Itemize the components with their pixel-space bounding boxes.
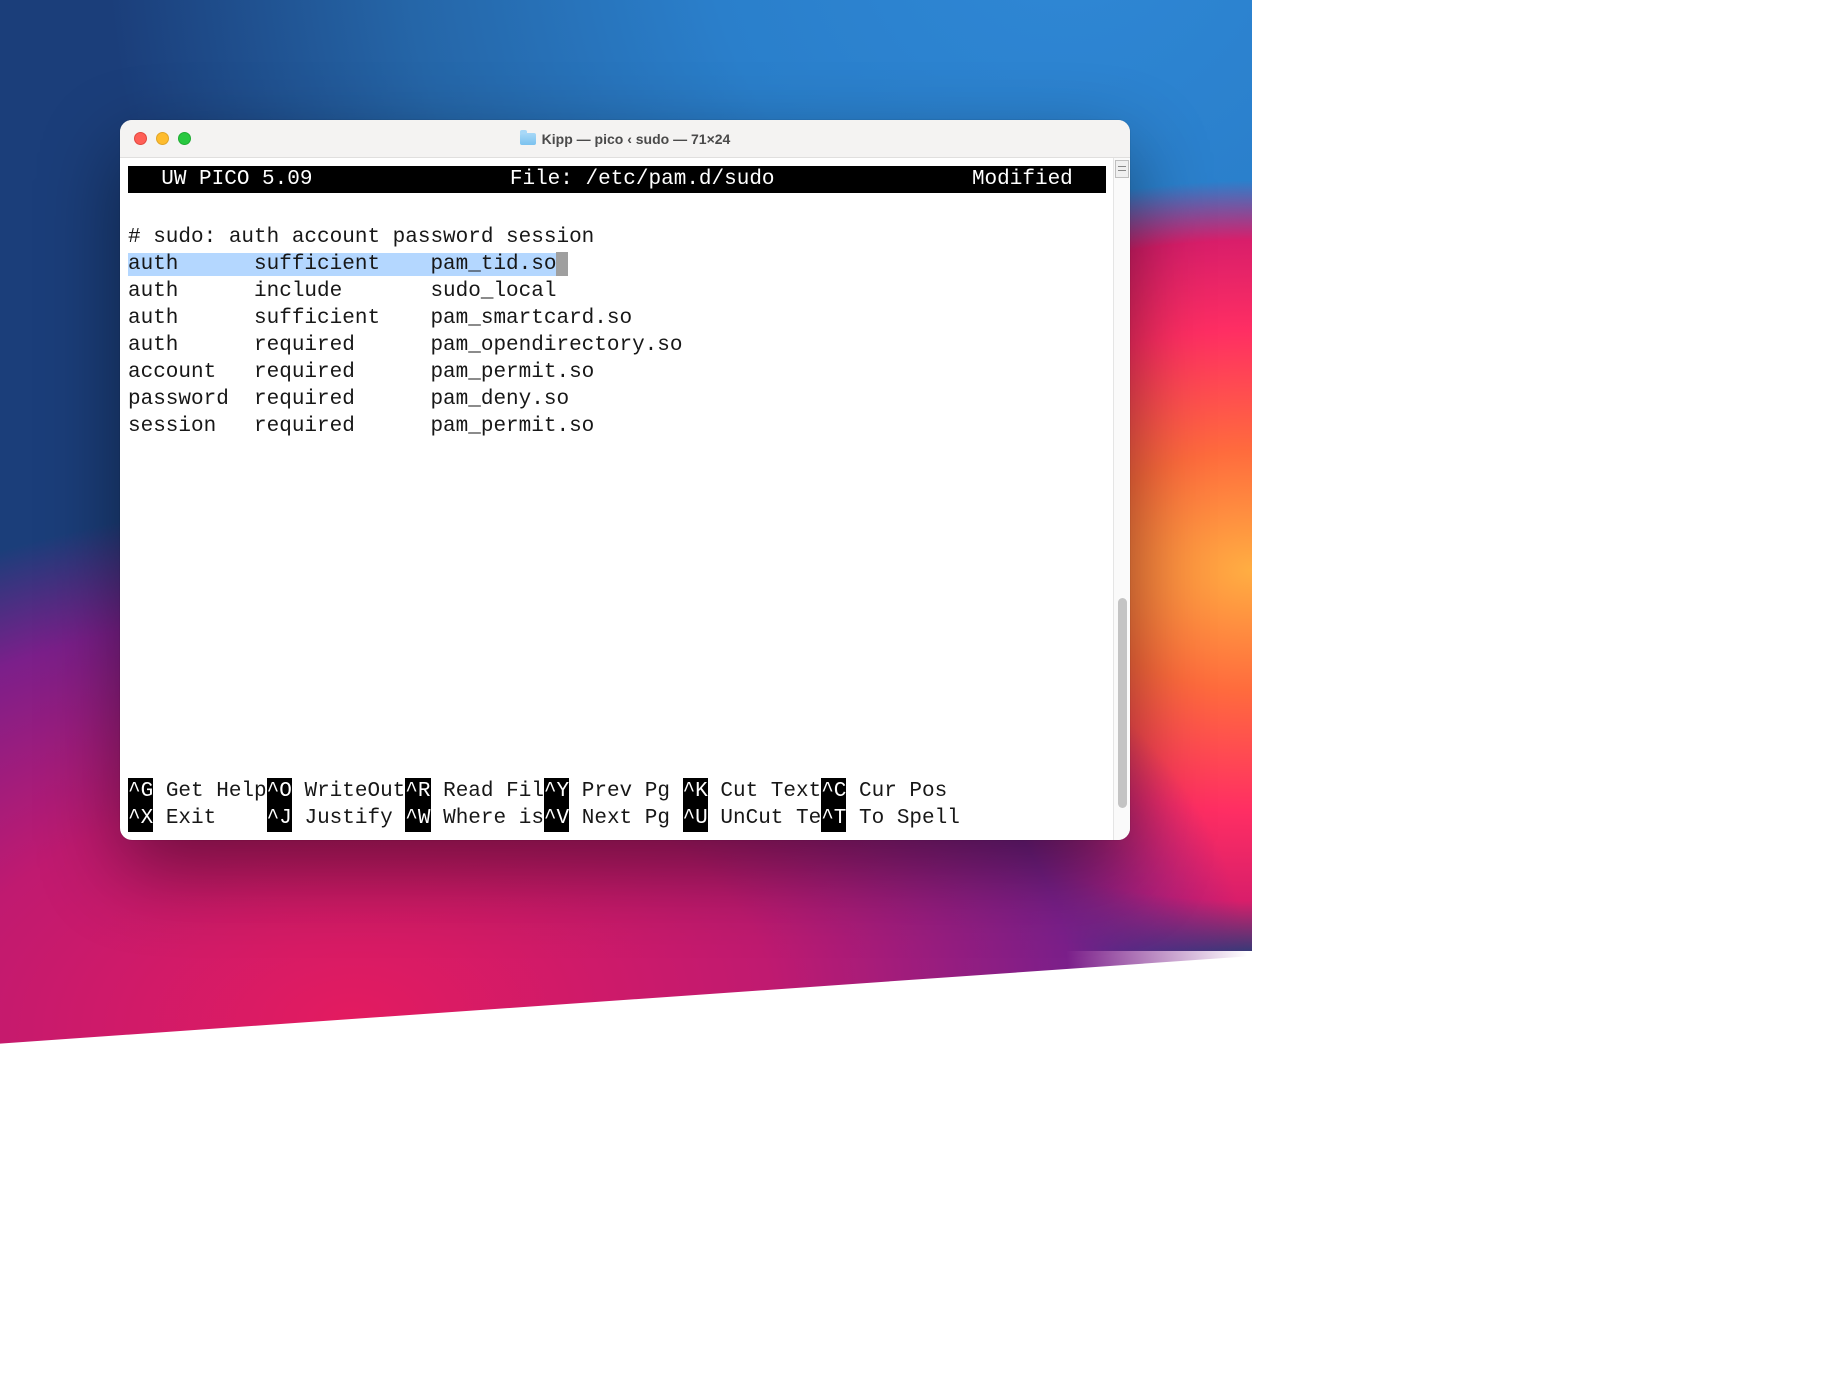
pico-app-label: UW PICO 5.09 (136, 166, 312, 193)
help-key: ^T (821, 805, 846, 832)
help-label: Prev Pg (569, 780, 682, 803)
help-label: Next Pg (569, 807, 682, 830)
editor-line: auth required pam_opendirectory.so (128, 334, 683, 357)
help-label: Exit (153, 807, 266, 830)
help-label: To Spell (846, 807, 959, 830)
help-key: ^Y (544, 778, 569, 805)
editor-line: auth sufficient pam_smartcard.so (128, 307, 632, 330)
pico-modified-label: Modified (972, 166, 1098, 193)
window-title-text: Kipp — pico ‹ sudo — 71×24 (542, 131, 731, 147)
help-label: Get Help (153, 780, 266, 803)
pico-file-label: File: /etc/pam.d/sudo (312, 166, 972, 193)
pico-status-bar: UW PICO 5.09 File: /etc/pam.d/sudo Modif… (128, 166, 1106, 193)
help-key: ^U (683, 805, 708, 832)
folder-icon (520, 133, 536, 145)
scrollbar-track[interactable] (1113, 158, 1130, 840)
scrollbar-marker-icon (1115, 160, 1129, 178)
window-title: Kipp — pico ‹ sudo — 71×24 (120, 131, 1130, 147)
help-row-2: ^X Exit ^J Justify ^W Where is^V Next Pg… (128, 805, 1106, 832)
pico-editor[interactable]: UW PICO 5.09 File: /etc/pam.d/sudo Modif… (128, 166, 1106, 832)
editor-line-selected: auth sufficient pam_tid.so (128, 253, 556, 276)
help-label: Where is (431, 807, 544, 830)
traffic-lights (134, 132, 191, 145)
help-key: ^V (544, 805, 569, 832)
help-key: ^K (683, 778, 708, 805)
scrollbar-thumb[interactable] (1118, 598, 1127, 808)
editor-line: password required pam_deny.so (128, 388, 569, 411)
window-minimize-button[interactable] (156, 132, 169, 145)
pico-help-bar: ^G Get Help^O WriteOut^R Read Fil^Y Prev… (128, 778, 1106, 832)
help-label: Cut Text (708, 780, 821, 803)
editor-line-comment: # sudo: auth account password session (128, 226, 594, 249)
help-label: Justify (292, 807, 405, 830)
help-key: ^O (267, 778, 292, 805)
text-cursor (556, 252, 568, 276)
window-titlebar[interactable]: Kipp — pico ‹ sudo — 71×24 (120, 120, 1130, 158)
terminal-window: Kipp — pico ‹ sudo — 71×24 UW PICO 5.09 … (120, 120, 1130, 840)
help-key: ^X (128, 805, 153, 832)
help-label: Cur Pos (846, 780, 959, 803)
help-key: ^G (128, 778, 153, 805)
window-close-button[interactable] (134, 132, 147, 145)
help-row-1: ^G Get Help^O WriteOut^R Read Fil^Y Prev… (128, 778, 1106, 805)
window-zoom-button[interactable] (178, 132, 191, 145)
help-key: ^R (405, 778, 430, 805)
editor-text-area[interactable]: # sudo: auth account password session au… (128, 193, 1106, 778)
terminal-viewport[interactable]: UW PICO 5.09 File: /etc/pam.d/sudo Modif… (120, 158, 1130, 840)
editor-line: account required pam_permit.so (128, 361, 594, 384)
help-key: ^J (267, 805, 292, 832)
help-label: Read Fil (431, 780, 544, 803)
editor-line: auth include sudo_local (128, 280, 556, 303)
help-label: WriteOut (292, 780, 405, 803)
help-key: ^C (821, 778, 846, 805)
editor-line: session required pam_permit.so (128, 415, 594, 438)
help-key: ^W (405, 805, 430, 832)
help-label: UnCut Te (708, 807, 821, 830)
